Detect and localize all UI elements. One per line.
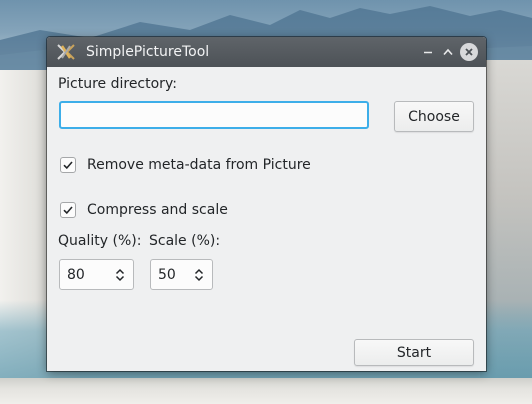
chevron-up-icon[interactable] <box>115 268 125 275</box>
window-title: SimplePictureTool <box>86 44 210 60</box>
window-content: Picture directory: Choose Remove meta-da… <box>47 67 486 371</box>
close-icon <box>465 48 473 56</box>
scale-value[interactable]: 50 <box>151 267 191 283</box>
chevron-up-icon[interactable] <box>194 268 204 275</box>
maximize-button[interactable] <box>440 44 456 60</box>
checkmark-icon <box>63 161 73 170</box>
compress-scale-label: Compress and scale <box>87 202 228 218</box>
scale-label: Scale (%): <box>149 233 221 249</box>
compress-scale-checkbox-row[interactable]: Compress and scale <box>60 202 228 218</box>
start-button[interactable]: Start <box>354 339 474 366</box>
app-window: SimplePictureTool Picture directory: Cho <box>47 37 486 371</box>
scale-stepper[interactable] <box>191 264 207 286</box>
chevron-down-icon[interactable] <box>194 275 204 282</box>
terrace-right <box>480 60 532 404</box>
choose-button[interactable]: Choose <box>394 101 474 132</box>
quality-stepper[interactable] <box>112 264 128 286</box>
remove-metadata-checkbox-row[interactable]: Remove meta-data from Picture <box>60 157 311 173</box>
maximize-icon <box>443 48 453 56</box>
close-button[interactable] <box>460 43 478 61</box>
remove-metadata-label: Remove meta-data from Picture <box>87 157 311 173</box>
desktop-background: SimplePictureTool Picture directory: Cho <box>0 0 532 404</box>
chevron-down-icon[interactable] <box>115 275 125 282</box>
scale-spinbox[interactable]: 50 <box>150 259 213 290</box>
checkmark-icon <box>63 206 73 215</box>
title-bar[interactable]: SimplePictureTool <box>47 37 486 67</box>
remove-metadata-checkbox[interactable] <box>60 157 76 173</box>
minimize-icon <box>424 51 432 54</box>
quality-value[interactable]: 80 <box>60 267 112 283</box>
compress-scale-checkbox[interactable] <box>60 202 76 218</box>
picture-directory-label: Picture directory: <box>58 76 177 92</box>
app-logo-icon <box>56 42 76 62</box>
minimize-button[interactable] <box>420 44 436 60</box>
picture-directory-input[interactable] <box>59 101 369 129</box>
pool-rim <box>0 378 532 404</box>
quality-spinbox[interactable]: 80 <box>59 259 134 290</box>
quality-label: Quality (%): <box>58 233 142 249</box>
